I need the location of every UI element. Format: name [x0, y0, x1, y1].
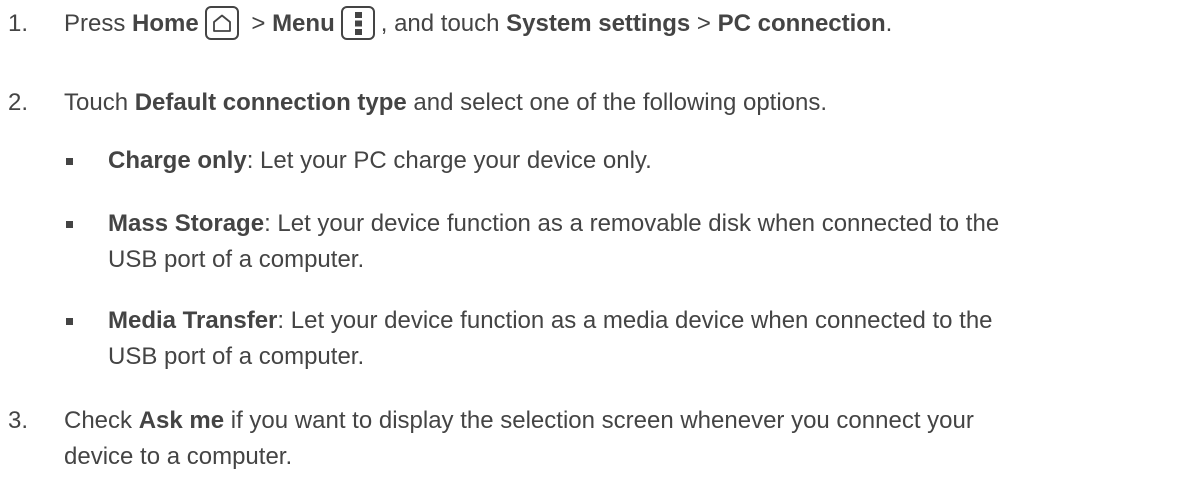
- option-title: Media Transfer: [108, 307, 278, 334]
- home-icon: [204, 5, 239, 40]
- menu-icon: [340, 5, 375, 40]
- step-text-continued: device to a computer.: [64, 443, 293, 470]
- home-label: Home: [132, 10, 199, 37]
- bullet-marker: [66, 318, 73, 325]
- bullet-marker: [66, 158, 73, 165]
- step-text-part: if you want to display the selection scr…: [224, 407, 974, 434]
- step-text-part: .: [885, 10, 893, 37]
- option-title: Charge only: [108, 147, 247, 174]
- step-text: Touch Default connection type and select…: [64, 85, 1194, 121]
- option-description: : Let your device function as a removabl…: [264, 210, 1000, 237]
- menu-label: Menu: [272, 10, 335, 37]
- option-title: Mass Storage: [108, 210, 265, 237]
- option-description-continued: USB port of a computer.: [108, 343, 365, 370]
- step-text: Check Ask me if you want to display the …: [64, 403, 1194, 475]
- step-number: 3.: [8, 407, 29, 434]
- step-text: Press Home > Menu , and touch System sett…: [64, 5, 1194, 42]
- option-description: : Let your device function as a media de…: [277, 307, 993, 334]
- option-description: : Let your PC charge your device only.: [246, 147, 652, 174]
- step-text-part: , and touch: [380, 10, 507, 37]
- step-text-part: and select one of the following options.: [406, 89, 828, 116]
- bullet-marker: [66, 221, 73, 228]
- option-text: Media Transfer: Let your device function…: [108, 303, 1198, 375]
- default-connection-type-label: Default connection type: [134, 89, 407, 116]
- option-text: Charge only: Let your PC charge your dev…: [108, 143, 1198, 179]
- option-text: Mass Storage: Let your device function a…: [108, 206, 1198, 278]
- step-text-part: Press: [64, 10, 133, 37]
- step-text-part: Check: [64, 407, 139, 434]
- system-settings-label: System settings: [506, 10, 691, 37]
- step-text-part: Touch: [64, 89, 135, 116]
- option-description-continued: USB port of a computer.: [108, 246, 365, 273]
- step-number: 1.: [8, 10, 29, 37]
- separator: >: [690, 10, 718, 37]
- separator: >: [244, 10, 273, 37]
- pc-connection-label: PC connection: [717, 10, 886, 37]
- step-number: 2.: [8, 89, 29, 116]
- instructions-document: 1. Press Home > Menu , and touch System s…: [0, 0, 1204, 491]
- ask-me-label: Ask me: [138, 407, 225, 434]
